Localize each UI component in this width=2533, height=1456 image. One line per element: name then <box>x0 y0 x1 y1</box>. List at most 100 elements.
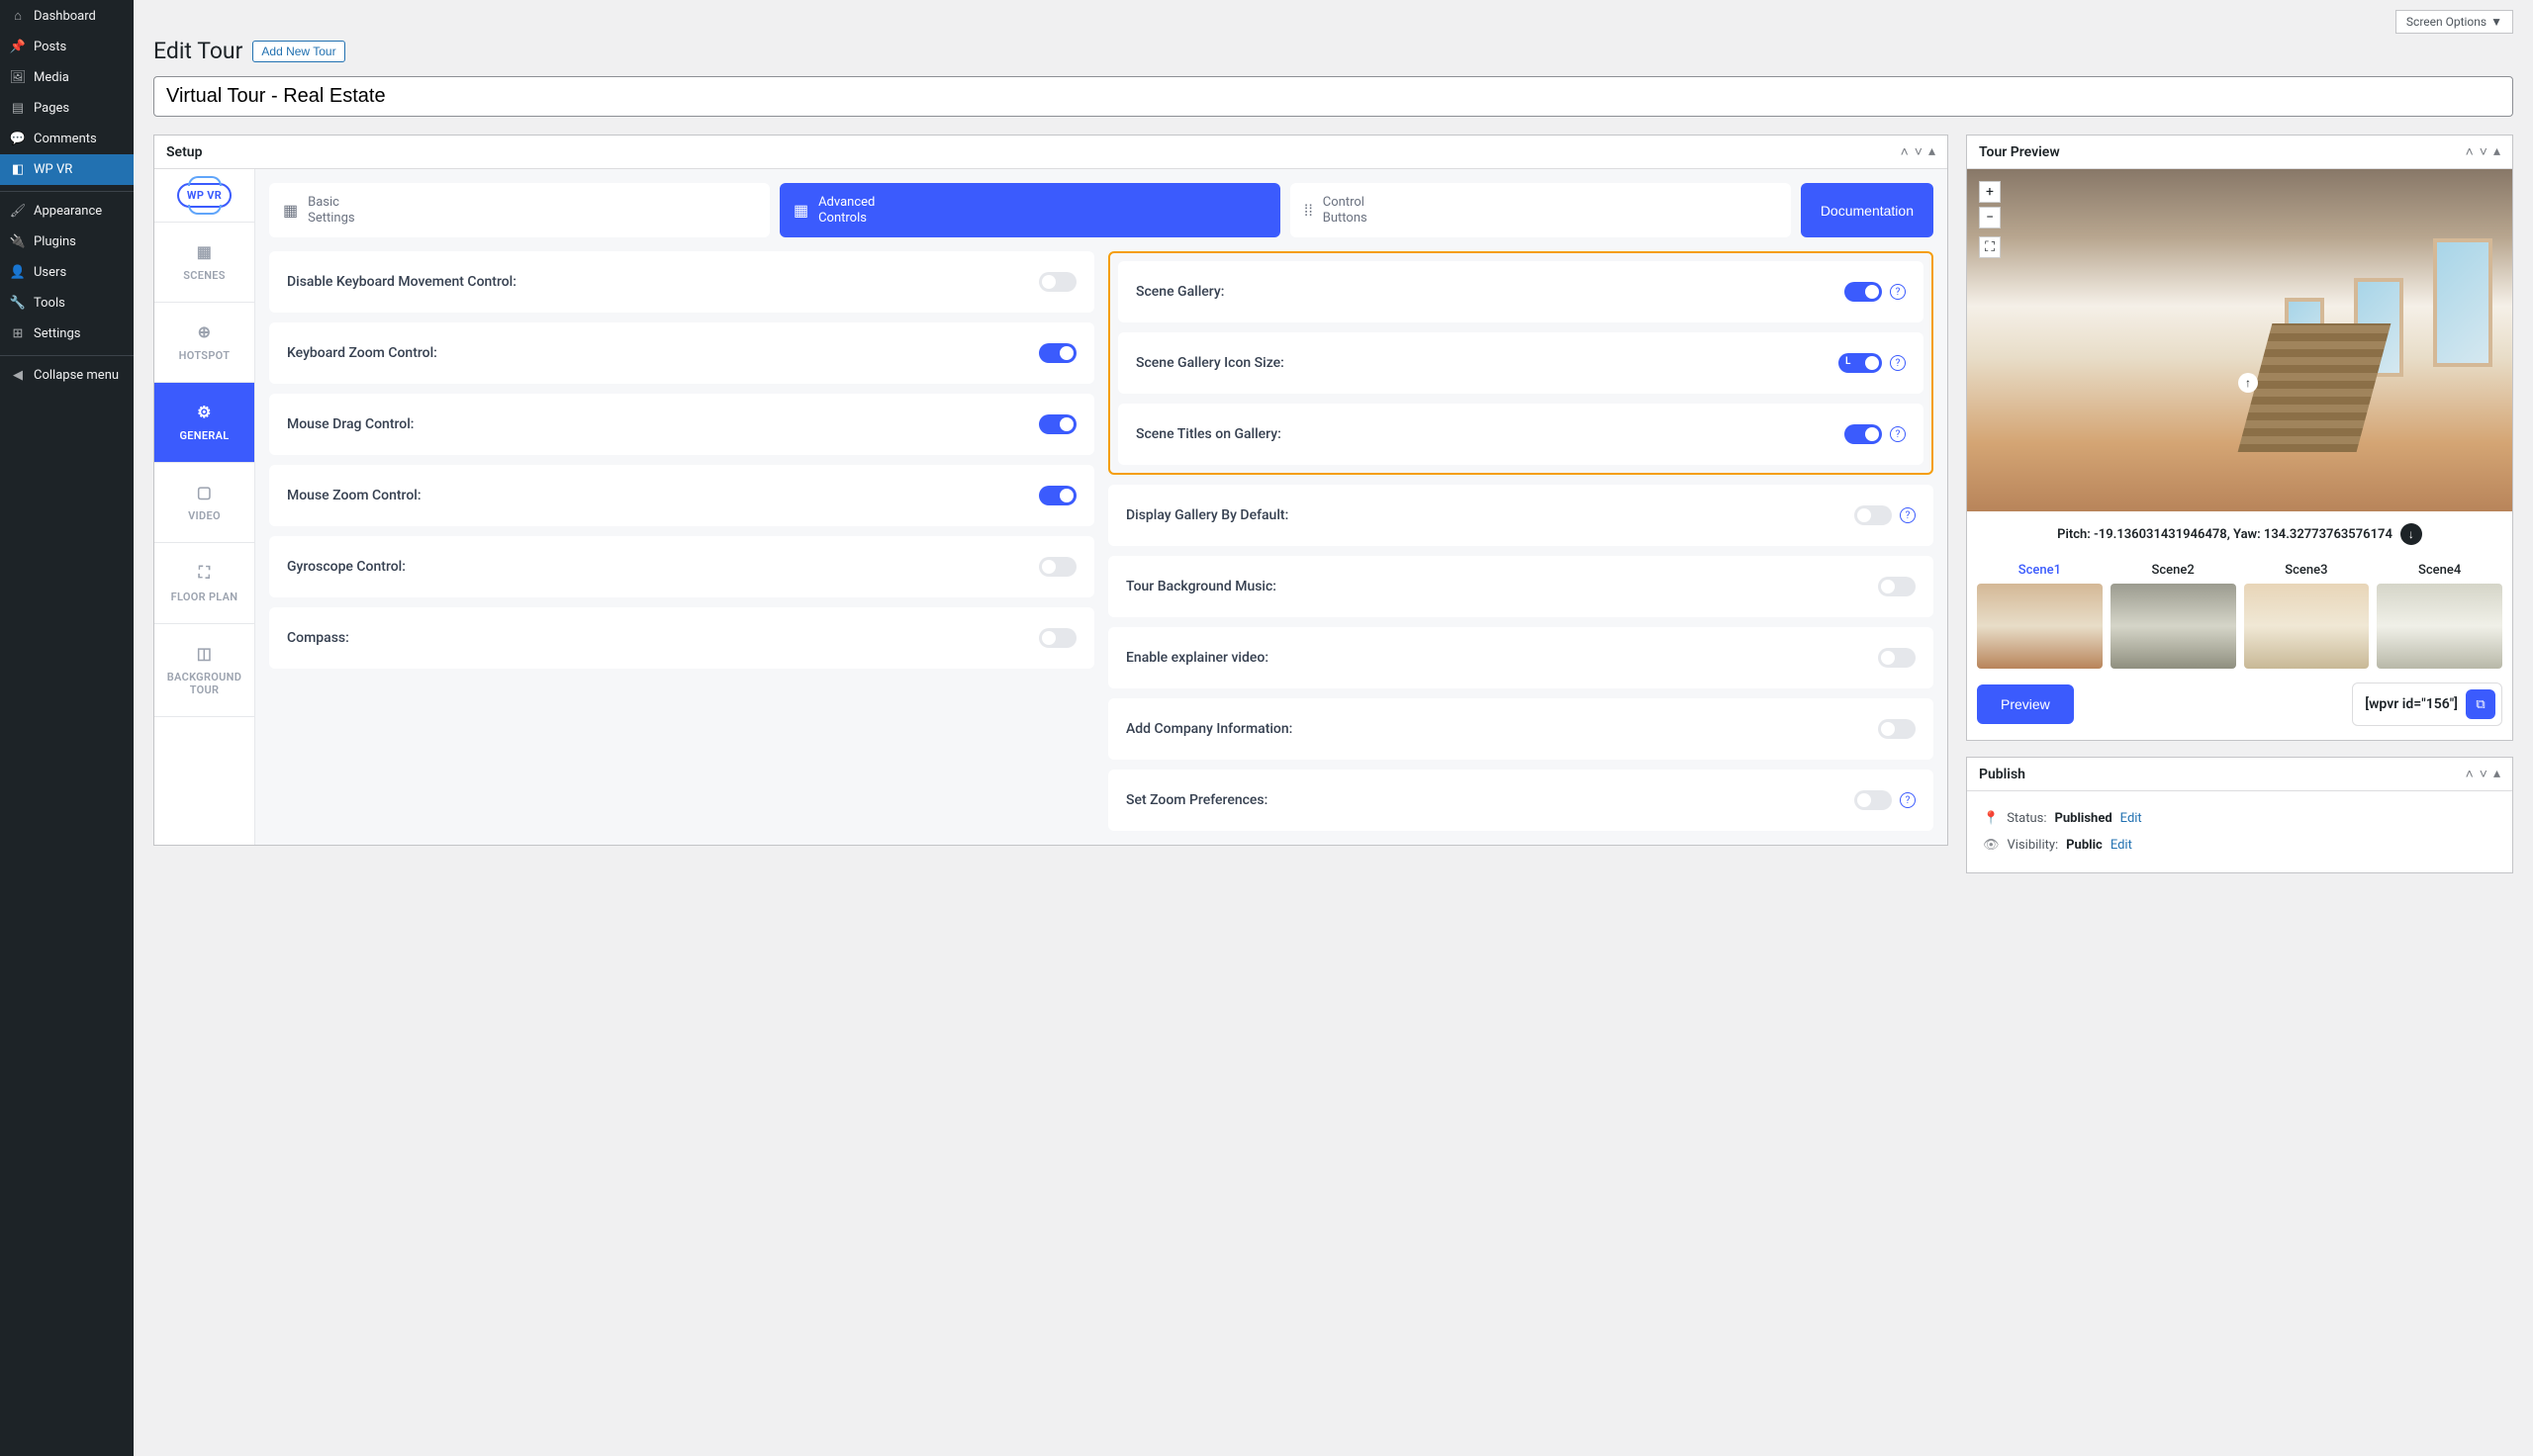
control-label: Compass: <box>287 630 1039 646</box>
info-icon[interactable]: ? <box>1890 284 1906 300</box>
tab-icon: ◫ <box>160 644 248 663</box>
fullscreen-button[interactable]: ⛶ <box>1979 236 2001 258</box>
toggle-switch[interactable] <box>1844 424 1882 444</box>
hotspot-arrow-icon[interactable]: ↑ <box>2238 373 2258 393</box>
menu-icon: ⌂ <box>10 8 26 24</box>
pin-icon: 📍 <box>1983 811 1999 826</box>
panel-move-down-icon[interactable]: ˅ <box>2480 143 2487 160</box>
zoom-out-button[interactable]: − <box>1979 207 2001 228</box>
panel-move-up-icon[interactable]: ˄ <box>2466 143 2474 160</box>
control-row: Tour Background Music: <box>1108 556 1933 617</box>
page-title: Edit Tour <box>153 38 242 64</box>
control-label: Mouse Drag Control: <box>287 416 1039 432</box>
tour-preview-panel: Tour Preview ˄ ˅ ▴ <box>1966 135 2513 741</box>
setup-panel: Setup ˄ ˅ ▴ WP VR ▦SCENES⊕HOTSPOT⚙GEN <box>153 135 1948 846</box>
panel-move-up-icon[interactable]: ˄ <box>1901 143 1909 160</box>
add-new-tour-button[interactable]: Add New Tour <box>252 41 344 62</box>
toggle-switch[interactable] <box>1039 628 1077 648</box>
control-label: Disable Keyboard Movement Control: <box>287 274 1039 290</box>
panel-toggle-icon[interactable]: ▴ <box>2493 143 2500 160</box>
sidebar-item-media[interactable]: 🖼Media <box>0 62 134 93</box>
info-icon[interactable]: ? <box>1890 355 1906 371</box>
menu-icon: ◀ <box>10 368 26 383</box>
panorama-viewer[interactable]: + − ⛶ ↑ <box>1967 169 2512 511</box>
sidebar-item-tools[interactable]: 🔧Tools <box>0 288 134 318</box>
vtab-video[interactable]: ▢VIDEO <box>154 463 254 543</box>
download-coords-button[interactable]: ↓ <box>2400 523 2422 545</box>
preview-panel-title: Tour Preview <box>1979 144 2060 160</box>
toggle-switch[interactable] <box>1039 343 1077 363</box>
menu-icon: 📌 <box>10 40 26 54</box>
size-toggle[interactable]: L <box>1838 353 1882 373</box>
sidebar-item-users[interactable]: 👤Users <box>0 257 134 288</box>
scene-thumb-1[interactable]: Scene1 <box>1977 557 2103 669</box>
info-icon[interactable]: ? <box>1900 792 1916 808</box>
sidebar-item-collapse-menu[interactable]: ◀Collapse menu <box>0 355 134 391</box>
preview-button[interactable]: Preview <box>1977 684 2074 724</box>
sidebar-item-pages[interactable]: ▤Pages <box>0 93 134 124</box>
eye-icon: 👁 <box>1983 838 2000 853</box>
documentation-button[interactable]: Documentation <box>1801 183 1933 237</box>
edit-visibility-link[interactable]: Edit <box>2111 838 2132 853</box>
control-row: Enable explainer video: <box>1108 627 1933 688</box>
coordinates-text: Pitch: -19.136031431946478, Yaw: 134.327… <box>2057 527 2392 542</box>
panel-toggle-icon[interactable]: ▴ <box>2493 766 2500 782</box>
control-label: Tour Background Music: <box>1126 579 1878 594</box>
htab-control-buttons[interactable]: ⁞⁞ControlButtons <box>1290 183 1791 237</box>
toggle-switch[interactable] <box>1039 414 1077 434</box>
sidebar-item-settings[interactable]: ⊞Settings <box>0 318 134 349</box>
tab-icon: ⊕ <box>160 322 248 341</box>
menu-icon: ▤ <box>10 101 26 116</box>
toggle-switch[interactable] <box>1039 557 1077 577</box>
control-row: Display Gallery By Default:? <box>1108 485 1933 546</box>
thumb-image <box>2244 584 2370 669</box>
vtab-hotspot[interactable]: ⊕HOTSPOT <box>154 303 254 383</box>
tab-icon: ⁞⁞ <box>1304 201 1313 220</box>
visibility-value: Public <box>2066 838 2103 853</box>
toggle-switch[interactable] <box>1039 486 1077 505</box>
scene-thumb-4[interactable]: Scene4 <box>2377 557 2502 669</box>
toggle-switch[interactable] <box>1854 505 1892 525</box>
edit-status-link[interactable]: Edit <box>2120 811 2142 826</box>
toggle-switch[interactable] <box>1844 282 1882 302</box>
toggle-switch[interactable] <box>1854 790 1892 810</box>
toggle-switch[interactable] <box>1878 648 1916 668</box>
sidebar-item-wp-vr[interactable]: ◧WP VR <box>0 154 134 185</box>
menu-icon: 🖼 <box>10 70 26 85</box>
vtab-floor-plan[interactable]: ⛶FLOOR PLAN <box>154 543 254 624</box>
sidebar-item-appearance[interactable]: 🖌Appearance <box>0 191 134 227</box>
vtab-general[interactable]: ⚙GENERAL <box>154 383 254 463</box>
panel-move-down-icon[interactable]: ˅ <box>2480 766 2487 782</box>
zoom-in-button[interactable]: + <box>1979 181 2001 203</box>
panel-toggle-icon[interactable]: ▴ <box>1928 143 1935 160</box>
htab-advanced-controls[interactable]: ▦AdvancedControls <box>780 183 1280 237</box>
control-label: Set Zoom Preferences: <box>1126 792 1854 808</box>
scene-thumb-2[interactable]: Scene2 <box>2111 557 2236 669</box>
info-icon[interactable]: ? <box>1900 507 1916 523</box>
publish-panel: Publish ˄ ˅ ▴ 📍 Status: Published Edit <box>1966 757 2513 873</box>
highlighted-controls: Scene Gallery:?Scene Gallery Icon Size:L… <box>1108 251 1933 475</box>
toggle-switch[interactable] <box>1878 577 1916 596</box>
sidebar-item-dashboard[interactable]: ⌂Dashboard <box>0 0 134 32</box>
panel-move-down-icon[interactable]: ˅ <box>1915 143 1923 160</box>
toggle-switch[interactable] <box>1878 719 1916 739</box>
panel-move-up-icon[interactable]: ˄ <box>2466 766 2474 782</box>
copy-shortcode-button[interactable]: ⧉ <box>2466 689 2495 719</box>
vtab-scenes[interactable]: ▦SCENES <box>154 223 254 303</box>
screen-options-button[interactable]: Screen Options ▼ <box>2395 10 2513 34</box>
sidebar-item-comments[interactable]: 💬Comments <box>0 124 134 154</box>
toggle-switch[interactable] <box>1039 272 1077 292</box>
setup-vertical-tabs: WP VR ▦SCENES⊕HOTSPOT⚙GENERAL▢VIDEO⛶FLOO… <box>154 169 255 845</box>
menu-icon: 💬 <box>10 132 26 146</box>
status-value: Published <box>2055 811 2112 826</box>
control-label: Display Gallery By Default: <box>1126 507 1854 523</box>
sidebar-item-posts[interactable]: 📌Posts <box>0 32 134 62</box>
info-icon[interactable]: ? <box>1890 426 1906 442</box>
htab-basic-settings[interactable]: ▦BasicSettings <box>269 183 770 237</box>
tour-title-input[interactable] <box>153 76 2513 117</box>
scene-thumb-3[interactable]: Scene3 <box>2244 557 2370 669</box>
control-row: Compass: <box>269 607 1094 669</box>
menu-icon: 🖌 <box>10 204 26 219</box>
sidebar-item-plugins[interactable]: 🔌Plugins <box>0 227 134 257</box>
vtab-background-tour[interactable]: ◫BACKGROUND TOUR <box>154 624 254 717</box>
